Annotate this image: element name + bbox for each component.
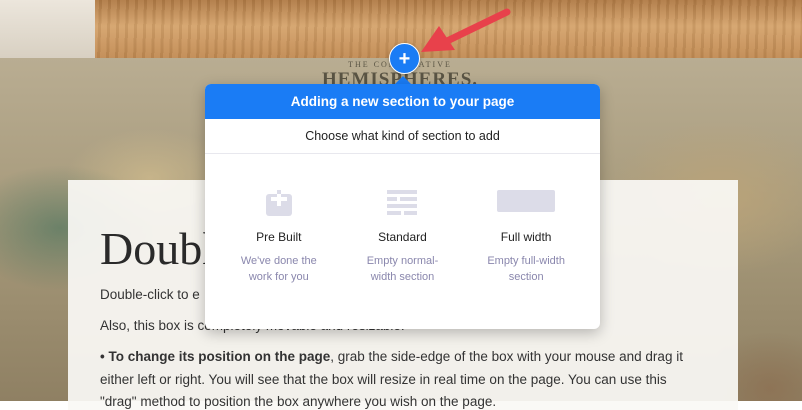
body-line-5: "drag" method to position the box anywhe…	[100, 394, 497, 409]
option-prebuilt-desc-2: work for you	[248, 271, 309, 283]
section-options: Pre Built We've done the work for you St…	[205, 154, 600, 285]
red-arrow-icon	[421, 8, 511, 52]
prebuilt-icon	[224, 190, 334, 218]
option-standard-title: Standard	[378, 230, 427, 244]
body-line-1: Double-click to e	[100, 287, 200, 302]
option-standard-desc-2: width section	[370, 271, 435, 283]
option-prebuilt[interactable]: Pre Built We've done the work for you	[224, 190, 334, 285]
body-line-3-bold: • To change its position on the page	[100, 349, 331, 364]
background-paper-corner	[0, 0, 95, 58]
option-fullwidth-desc-1: Empty full-width	[487, 255, 565, 267]
popup-subheader: Choose what kind of section to add	[205, 119, 600, 154]
option-prebuilt-title: Pre Built	[256, 230, 302, 244]
option-standard[interactable]: Standard Empty normal- width section	[347, 190, 457, 285]
option-fullwidth-title: Full width	[500, 230, 552, 244]
body-line-3-rest: , grab the side-edge of the box with you…	[330, 349, 683, 364]
option-prebuilt-desc-1: We've done the	[240, 255, 317, 267]
section-heading: Doubl	[100, 223, 215, 274]
option-fullwidth[interactable]: Full width Empty full-width section	[471, 190, 581, 285]
body-line-4: either left or right. You will see that …	[100, 372, 667, 387]
body-line-3: • To change its position on the page, gr…	[100, 349, 683, 364]
popup-header: Adding a new section to your page	[205, 84, 600, 119]
option-fullwidth-desc-2: section	[508, 271, 544, 283]
add-section-popup: Adding a new section to your page Choose…	[205, 84, 600, 329]
standard-icon	[347, 190, 457, 218]
fullwidth-icon	[471, 190, 581, 218]
option-standard-desc-1: Empty normal-	[366, 255, 439, 267]
